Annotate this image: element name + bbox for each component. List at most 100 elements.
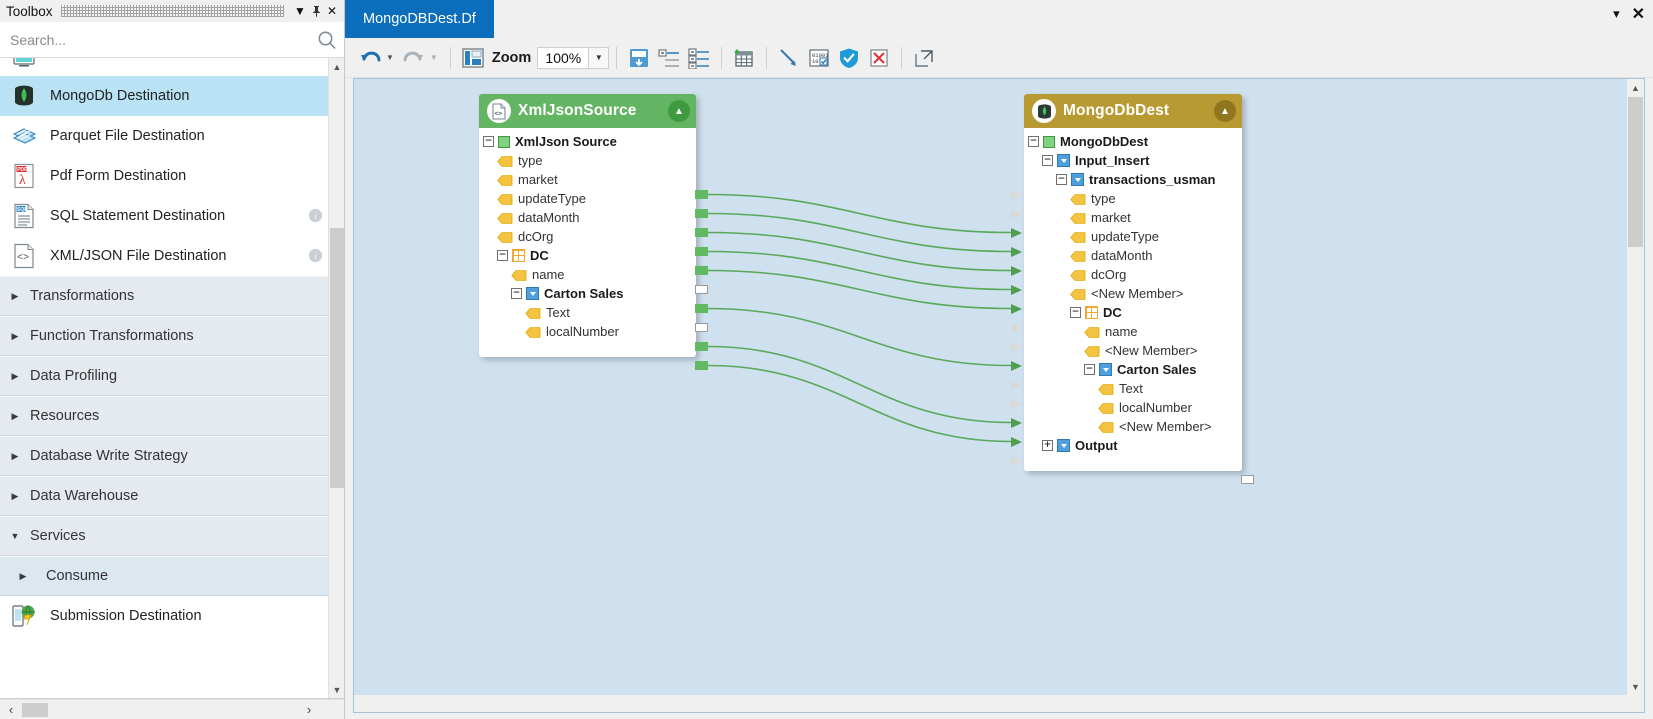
source-node-output-port[interactable] xyxy=(695,247,708,256)
source-tree-row[interactable]: updateType xyxy=(483,189,688,208)
destination-node-input-port[interactable] xyxy=(1011,418,1022,428)
toolbox-category-data-profiling[interactable]: ▶Data Profiling xyxy=(0,356,328,396)
toolbox-vertical-scrollbar[interactable]: ▲ ▼ xyxy=(328,58,344,698)
scroll-right-icon[interactable]: › xyxy=(298,700,320,719)
destination-node-input-port[interactable] xyxy=(1011,228,1022,238)
destination-tree-row[interactable]: <New Member> xyxy=(1028,284,1234,303)
toolbox-item-pdf-form-destination[interactable]: PDFλPdf Form Destination xyxy=(0,156,328,196)
destination-node-mongodbdest[interactable]: MongoDbDest ▲ −MongoDbDest−Input_Insert−… xyxy=(1024,94,1242,471)
destination-tree-row[interactable]: −MongoDbDest xyxy=(1028,132,1234,151)
source-node-output-port[interactable] xyxy=(695,323,708,332)
collapse-expander-icon[interactable]: − xyxy=(1084,364,1095,375)
auto-fit-button[interactable] xyxy=(624,42,654,74)
source-node-collapse-icon[interactable]: ▲ xyxy=(668,100,690,122)
destination-node-input-port[interactable] xyxy=(1011,247,1022,257)
destination-tree-row[interactable]: updateType xyxy=(1028,227,1234,246)
destination-node-collapse-icon[interactable]: ▲ xyxy=(1214,100,1236,122)
collapse-expander-icon[interactable]: − xyxy=(483,136,494,147)
toolbox-hscroll-thumb[interactable] xyxy=(22,703,48,717)
collapse-expander-icon[interactable]: − xyxy=(1028,136,1039,147)
source-node-output-port[interactable] xyxy=(695,190,708,199)
chevron-right-icon[interactable]: ▶ xyxy=(0,571,46,582)
destination-node-output-port[interactable] xyxy=(1241,475,1254,484)
add-table-button[interactable] xyxy=(729,42,759,74)
source-tree-row[interactable]: Text xyxy=(483,303,688,322)
toolbox-category-function-transformations[interactable]: ▶Function Transformations xyxy=(0,316,328,356)
search-icon[interactable] xyxy=(316,29,338,51)
toolbox-category-resources[interactable]: ▶Resources xyxy=(0,396,328,436)
tab-close-icon[interactable]: ✕ xyxy=(1632,4,1645,24)
scroll-left-icon[interactable]: ‹ xyxy=(0,700,22,719)
destination-node-input-port[interactable] xyxy=(1011,285,1022,295)
source-node-header[interactable]: <> XmlJsonSource ▲ xyxy=(479,94,696,128)
source-node-output-port[interactable] xyxy=(695,228,708,237)
destination-tree-row[interactable]: dataMonth xyxy=(1028,246,1234,265)
destination-tree-row[interactable]: −Carton Sales xyxy=(1028,360,1234,379)
destination-node-input-port[interactable] xyxy=(1011,190,1022,200)
destination-tree-row[interactable]: localNumber xyxy=(1028,398,1234,417)
source-node-output-port[interactable] xyxy=(695,266,708,275)
source-tree-row[interactable]: type xyxy=(483,151,688,170)
toolbox-pin-icon[interactable] xyxy=(308,2,324,20)
toolbox-scroll-thumb[interactable] xyxy=(330,228,344,488)
toolbox-category-data-warehouse[interactable]: ▶Data Warehouse xyxy=(0,476,328,516)
source-tree-row[interactable]: −XmlJson Source xyxy=(483,132,688,151)
source-tree-row[interactable]: −Carton Sales xyxy=(483,284,688,303)
toolbox-close-icon[interactable]: ✕ xyxy=(324,2,340,20)
source-node-output-port[interactable] xyxy=(695,361,708,370)
data-preview-button[interactable]: 01001 10 xyxy=(804,42,834,74)
toolbox-item-sql-statement-destination[interactable]: SQLSQL Statement Destinationi xyxy=(0,196,328,236)
chevron-right-icon[interactable]: ▶ xyxy=(0,331,30,342)
destination-tree-row[interactable]: market xyxy=(1028,208,1234,227)
scroll-down-icon[interactable]: ▼ xyxy=(329,681,344,698)
redo-button[interactable] xyxy=(399,42,429,74)
canvas-vscroll-thumb[interactable] xyxy=(1628,97,1643,247)
toolbox-item-submission-destination[interactable]: Submission Destination xyxy=(0,596,328,636)
toolbox-drag-grip[interactable] xyxy=(61,5,284,17)
layout-button[interactable] xyxy=(458,42,488,74)
destination-tree-row[interactable]: +Output xyxy=(1028,436,1234,455)
info-icon[interactable]: i xyxy=(302,208,328,223)
source-tree-row[interactable]: name xyxy=(483,265,688,284)
source-tree-row[interactable]: dataMonth xyxy=(483,208,688,227)
destination-node-input-port[interactable] xyxy=(1011,209,1022,219)
collapse-expander-icon[interactable]: − xyxy=(1056,174,1067,185)
source-tree-row[interactable]: dcOrg xyxy=(483,227,688,246)
destination-node-input-port[interactable] xyxy=(1011,456,1022,466)
toolbox-category-services[interactable]: ▼Services xyxy=(0,516,328,556)
destination-tree-row[interactable]: −Input_Insert xyxy=(1028,151,1234,170)
destination-tree-row[interactable]: type xyxy=(1028,189,1234,208)
destination-tree-row[interactable]: Text xyxy=(1028,379,1234,398)
toolbox-category-consume[interactable]: ▶Consume xyxy=(0,556,328,596)
scroll-up-icon[interactable]: ▲ xyxy=(329,58,344,75)
search-input[interactable] xyxy=(8,31,316,49)
canvas-horizontal-scrollbar[interactable] xyxy=(354,695,1627,712)
collapse-tree-button[interactable] xyxy=(654,42,684,74)
source-node-output-port[interactable] xyxy=(695,209,708,218)
chevron-right-icon[interactable]: ▶ xyxy=(0,291,30,302)
destination-tree-row[interactable]: <New Member> xyxy=(1028,417,1234,436)
undo-dropdown-icon[interactable]: ▼ xyxy=(385,53,399,62)
tab-mongodbdest[interactable]: MongoDBDest.Df xyxy=(345,0,494,38)
chevron-right-icon[interactable]: ▶ xyxy=(0,451,30,462)
destination-node-input-port[interactable] xyxy=(1011,380,1022,390)
toolbox-category-transformations[interactable]: ▶Transformations xyxy=(0,276,328,316)
expand-expander-icon[interactable]: + xyxy=(1042,440,1053,451)
canvas-scroll-up-icon[interactable]: ▲ xyxy=(1627,79,1644,96)
source-tree-row[interactable]: market xyxy=(483,170,688,189)
source-tree-row[interactable]: −DC xyxy=(483,246,688,265)
source-node-output-port[interactable] xyxy=(695,304,708,313)
toolbox-item-xml-json-file-destination[interactable]: <>XML/JSON File Destinationi xyxy=(0,236,328,276)
collapse-expander-icon[interactable]: − xyxy=(511,288,522,299)
canvas-vertical-scrollbar[interactable]: ▲ ▼ xyxy=(1627,79,1644,695)
chevron-right-icon[interactable]: ▶ xyxy=(0,411,30,422)
destination-tree-row[interactable]: −DC xyxy=(1028,303,1234,322)
source-node-output-port[interactable] xyxy=(695,342,708,351)
toolbox-horizontal-scrollbar[interactable]: ‹ › xyxy=(0,699,344,719)
destination-node-input-port[interactable] xyxy=(1011,437,1022,447)
draw-link-button[interactable] xyxy=(774,42,804,74)
remove-all-button[interactable] xyxy=(864,42,894,74)
info-icon[interactable]: i xyxy=(302,248,328,263)
toolbox-item-parquet-file-destination[interactable]: Parquet File Destination xyxy=(0,116,328,156)
collapse-expander-icon[interactable]: − xyxy=(497,250,508,261)
